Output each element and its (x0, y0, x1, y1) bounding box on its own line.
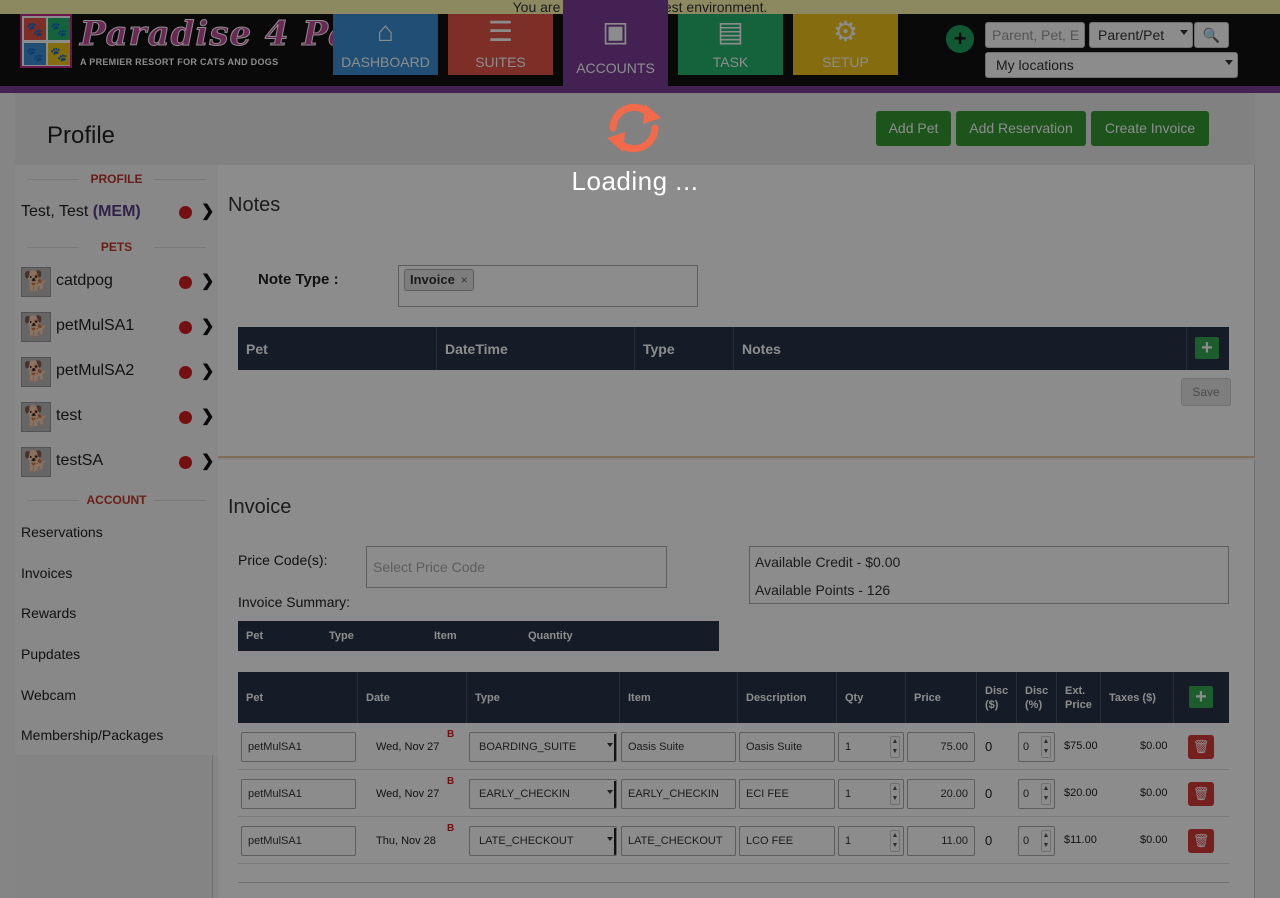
refresh-spinner-icon (607, 103, 661, 153)
loading-text: Loading ... (571, 166, 699, 196)
